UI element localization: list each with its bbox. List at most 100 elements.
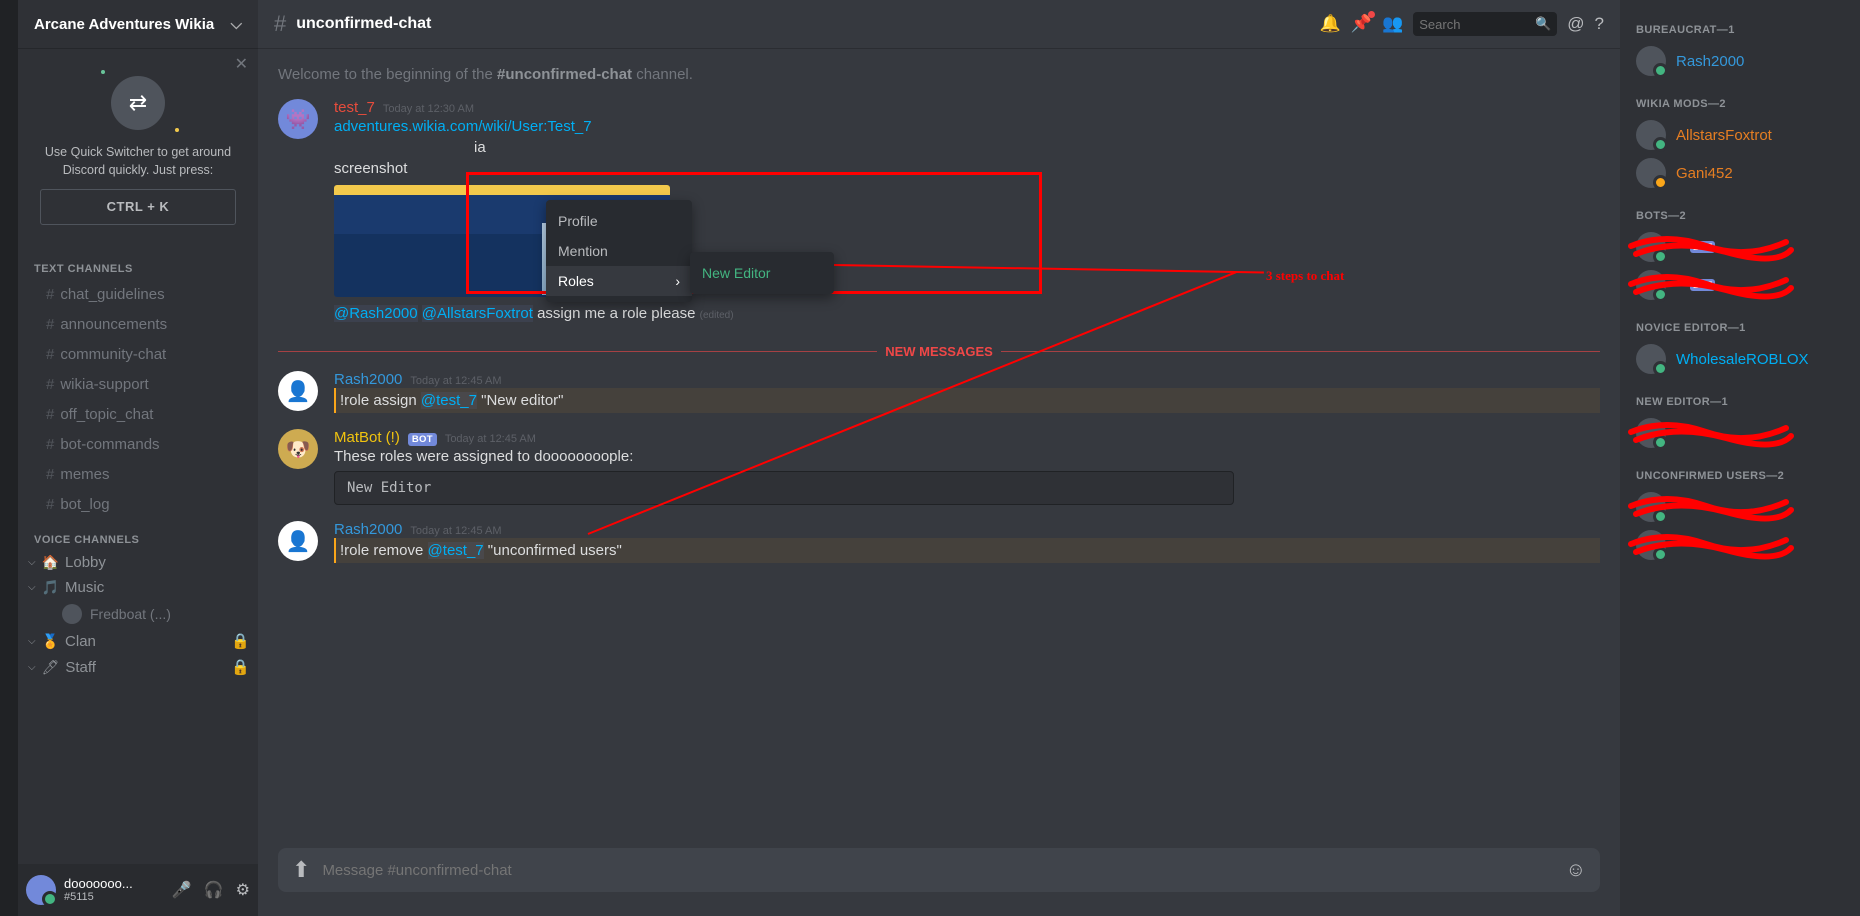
self-avatar[interactable]	[26, 875, 56, 905]
bot-tag: BOT	[1690, 279, 1715, 291]
timestamp: Today at 12:45 AM	[445, 433, 536, 445]
member[interactable]: AllstarsFoxtrot	[1636, 116, 1852, 154]
member[interactable]	[1636, 488, 1852, 526]
member[interactable]: WholesaleROBLOX	[1636, 340, 1852, 378]
username[interactable]: MatBot (!)	[334, 429, 400, 446]
ctrl-k-button[interactable]: CTRL + K	[40, 189, 236, 225]
channel-name: Clan	[65, 633, 96, 650]
chevron-icon: ⌵	[28, 662, 36, 673]
username[interactable]: Rash2000	[334, 371, 402, 388]
ctx-profile[interactable]: Profile	[546, 206, 692, 236]
member[interactable]	[1636, 414, 1852, 452]
server-header[interactable]: Arcane Adventures Wikia ⌵	[18, 0, 258, 48]
avatar	[1636, 530, 1666, 560]
voice-channel[interactable]: ⌵🏅Clan🔒	[18, 628, 258, 654]
text-channel[interactable]: #bot_log	[26, 490, 250, 519]
message-input[interactable]	[322, 862, 1553, 879]
hash-icon: #	[274, 11, 286, 37]
text-channel[interactable]: #announcements	[26, 310, 250, 339]
avatar[interactable]: 👤	[278, 371, 318, 411]
mentions-icon[interactable]: @	[1567, 14, 1584, 34]
timestamp: Today at 12:30 AM	[383, 103, 474, 115]
channel-name: off_topic_chat	[60, 406, 153, 423]
avatar[interactable]: 👤	[278, 521, 318, 561]
notifications-icon[interactable]: 🔔	[1320, 14, 1341, 34]
member[interactable]: Gani452	[1636, 154, 1852, 192]
avatar	[1636, 158, 1666, 188]
avatar[interactable]: 👾	[278, 99, 318, 139]
channel-name: wikia-support	[60, 376, 148, 393]
chevron-icon: ⌵	[28, 582, 36, 593]
avatar	[62, 604, 82, 624]
timestamp: Today at 12:45 AM	[410, 375, 501, 387]
mention[interactable]: @test_7	[428, 542, 484, 559]
link[interactable]: adventures.wikia.com/wiki/User:Test_7	[334, 118, 592, 135]
channel-emoji-icon: 🏅	[42, 633, 59, 650]
member[interactable]	[1636, 526, 1852, 564]
hash-icon: #	[46, 496, 54, 513]
voice-username: Fredboat (...)	[90, 606, 171, 622]
bot-tag: BOT	[1690, 241, 1715, 253]
mute-icon[interactable]: 🎤	[172, 880, 192, 900]
text: @Rash2000 @AllstarsFoxtrot assign me a r…	[334, 303, 1600, 324]
upload-icon[interactable]: ⬆	[292, 857, 310, 883]
close-icon[interactable]: ✕	[235, 54, 248, 76]
text-channel[interactable]: #memes	[26, 460, 250, 489]
main-column: # unconfirmed-chat 🔔 📌 👥 🔍 @ ? Welcome t…	[258, 0, 1620, 916]
member[interactable]: Rash2000	[1636, 42, 1852, 80]
welcome-text: Welcome to the beginning of the #unconfi…	[278, 66, 1600, 83]
search-input[interactable]	[1419, 17, 1535, 32]
mention[interactable]: @AllstarsFoxtrot	[422, 305, 533, 322]
message: 👤 Rash2000 Today at 12:45 AM !role assig…	[278, 369, 1600, 427]
channel-name: bot-commands	[60, 436, 159, 453]
role-new-editor[interactable]: New Editor	[690, 258, 834, 288]
channel-emoji-icon: 🏠	[42, 554, 59, 571]
deafen-icon[interactable]: 🎧	[204, 880, 224, 900]
username[interactable]: Rash2000	[334, 521, 402, 538]
voice-channel[interactable]: ⌵🏠Lobby	[18, 550, 258, 575]
text-channel[interactable]: #chat_guidelines	[26, 280, 250, 309]
messages-area[interactable]: Welcome to the beginning of the #unconfi…	[258, 48, 1620, 848]
role-heading: WIKIA MODS—2	[1636, 98, 1852, 110]
avatar	[1636, 270, 1666, 300]
voice-channel[interactable]: ⌵🎵Music	[18, 575, 258, 600]
username[interactable]: test_7	[334, 99, 375, 116]
text-channels-heading: TEXT CHANNELS	[18, 249, 258, 279]
chevron-down-icon: ⌵	[231, 16, 242, 33]
mention[interactable]: @test_7	[421, 392, 477, 409]
message-input-bar[interactable]: ⬆ ☺	[278, 848, 1600, 892]
member[interactable]: BOT	[1636, 266, 1852, 304]
text-channel[interactable]: #off_topic_chat	[26, 400, 250, 429]
member-name: WholesaleROBLOX	[1676, 351, 1809, 368]
hash-icon: #	[46, 316, 54, 333]
mention[interactable]: @Rash2000	[334, 305, 418, 322]
text: screenshot	[334, 158, 1600, 179]
voice-user[interactable]: Fredboat (...)	[18, 600, 258, 628]
channel-name: Staff	[65, 659, 96, 676]
members-toggle-icon[interactable]: 👥	[1382, 14, 1403, 34]
channel-title: unconfirmed-chat	[296, 15, 431, 33]
pinned-icon[interactable]: 📌	[1351, 14, 1372, 34]
text-channel[interactable]: # bot-commands	[26, 430, 250, 459]
avatar[interactable]: 🐶	[278, 429, 318, 469]
settings-icon[interactable]: ⚙	[236, 880, 250, 900]
annotation-label: 3 steps to chat	[1266, 268, 1344, 284]
hash-icon: #	[46, 436, 54, 453]
member[interactable]: BOT	[1636, 228, 1852, 266]
help-icon[interactable]: ?	[1595, 14, 1604, 34]
ctx-roles[interactable]: Roles›	[546, 266, 692, 296]
emoji-icon[interactable]: ☺	[1566, 859, 1586, 882]
channels-column: Arcane Adventures Wikia ⌵ ✕ ⇄ Use Quick …	[18, 0, 258, 916]
text-channel[interactable]: #community-chat	[26, 340, 250, 369]
avatar	[1636, 46, 1666, 76]
text-channel[interactable]: #wikia-support	[26, 370, 250, 399]
avatar	[1636, 344, 1666, 374]
server-name: Arcane Adventures Wikia	[34, 16, 214, 33]
ctx-mention[interactable]: Mention	[546, 236, 692, 266]
voice-channel[interactable]: ⌵🖊Staff🔒	[18, 654, 258, 680]
role-heading: BOTS—2	[1636, 210, 1852, 222]
channel-name: memes	[60, 466, 109, 483]
message: 🐶 MatBot (!) BOT Today at 12:45 AM These…	[278, 427, 1600, 519]
chevron-icon: ⌵	[28, 557, 36, 568]
search-box[interactable]: 🔍	[1413, 12, 1557, 36]
